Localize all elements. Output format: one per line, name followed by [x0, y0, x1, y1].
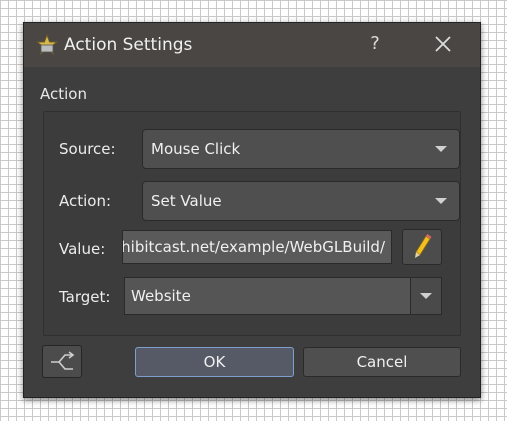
- help-button[interactable]: ?: [360, 29, 390, 59]
- close-icon[interactable]: [426, 29, 460, 59]
- chevron-down-icon: [435, 198, 447, 204]
- action-select[interactable]: Set Value: [142, 181, 460, 221]
- target-value: Website: [131, 287, 191, 305]
- action-label: Action:: [59, 192, 112, 210]
- star-icon: [36, 34, 58, 56]
- edit-value-button[interactable]: [402, 229, 442, 265]
- chevron-down-icon: [435, 146, 447, 152]
- value-text: exhibitcast.net/example/WebGLBuild/: [122, 238, 385, 256]
- dialog-title: Action Settings: [64, 35, 193, 55]
- target-select[interactable]: Website: [124, 277, 442, 315]
- titlebar: Action Settings ?: [24, 23, 480, 67]
- action-value: Set Value: [151, 192, 222, 210]
- source-select[interactable]: Mouse Click: [142, 129, 460, 169]
- action-settings-dialog: Action Settings ? Action Source: Mouse C…: [23, 22, 481, 398]
- source-value: Mouse Click: [151, 140, 241, 158]
- branch-icon: [51, 351, 75, 370]
- source-label: Source:: [59, 140, 116, 158]
- value-input[interactable]: exhibitcast.net/example/WebGLBuild/: [122, 230, 392, 264]
- group-title: Action: [40, 85, 87, 103]
- value-label: Value:: [59, 240, 106, 258]
- target-dropdown-button[interactable]: [410, 278, 441, 314]
- ok-button[interactable]: OK: [135, 347, 294, 377]
- target-label: Target:: [59, 288, 111, 306]
- cancel-button[interactable]: Cancel: [303, 347, 461, 377]
- action-groupbox: Source: Mouse Click Action: Set Value Va…: [43, 111, 461, 336]
- branch-button[interactable]: [42, 345, 82, 378]
- chevron-down-icon: [420, 293, 432, 299]
- pencil-icon: [415, 234, 432, 258]
